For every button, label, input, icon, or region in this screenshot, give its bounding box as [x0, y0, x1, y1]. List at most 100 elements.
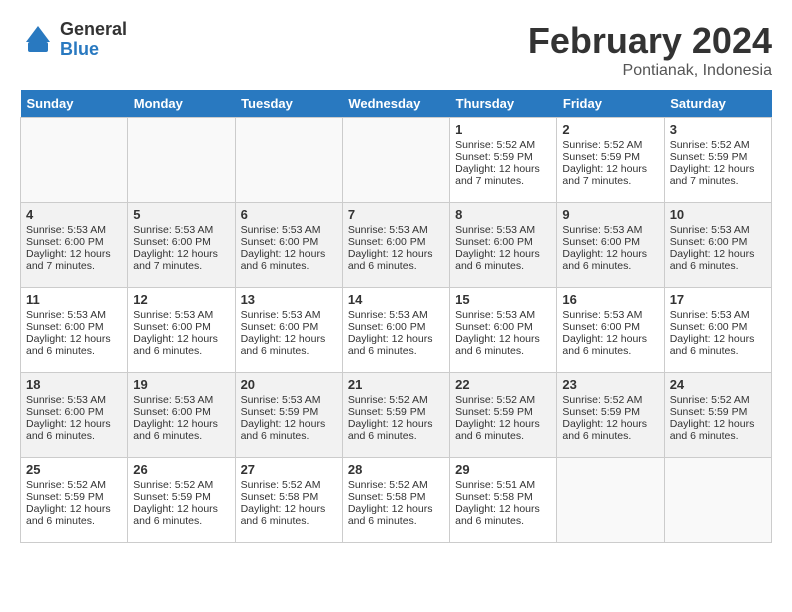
cell-info: Sunrise: 5:53 AM: [348, 309, 444, 321]
cell-info: and 6 minutes.: [455, 260, 551, 272]
day-number: 25: [26, 462, 122, 477]
cell-info: Daylight: 12 hours: [133, 333, 229, 345]
cell-info: Sunrise: 5:53 AM: [26, 309, 122, 321]
calendar-cell: 15Sunrise: 5:53 AMSunset: 6:00 PMDayligh…: [450, 288, 557, 373]
cell-info: and 6 minutes.: [348, 430, 444, 442]
cell-info: and 7 minutes.: [133, 260, 229, 272]
cell-info: Sunrise: 5:53 AM: [133, 224, 229, 236]
cell-info: Daylight: 12 hours: [455, 418, 551, 430]
cell-info: Sunset: 5:59 PM: [455, 406, 551, 418]
cell-info: Daylight: 12 hours: [670, 163, 766, 175]
calendar-cell: 28Sunrise: 5:52 AMSunset: 5:58 PMDayligh…: [342, 458, 449, 543]
cell-info: Daylight: 12 hours: [455, 333, 551, 345]
cell-info: Sunrise: 5:53 AM: [562, 224, 658, 236]
cell-info: Sunrise: 5:53 AM: [241, 224, 337, 236]
calendar-cell: [21, 118, 128, 203]
cell-info: and 6 minutes.: [455, 515, 551, 527]
day-header-sunday: Sunday: [21, 90, 128, 118]
cell-info: Sunset: 5:59 PM: [562, 151, 658, 163]
cell-info: and 7 minutes.: [562, 175, 658, 187]
cell-info: Sunrise: 5:53 AM: [670, 309, 766, 321]
day-number: 16: [562, 292, 658, 307]
cell-info: and 6 minutes.: [562, 430, 658, 442]
cell-info: Sunrise: 5:51 AM: [455, 479, 551, 491]
cell-info: and 6 minutes.: [133, 345, 229, 357]
calendar-cell: 24Sunrise: 5:52 AMSunset: 5:59 PMDayligh…: [664, 373, 771, 458]
cell-info: Sunrise: 5:53 AM: [455, 224, 551, 236]
day-number: 8: [455, 207, 551, 222]
cell-info: Sunrise: 5:52 AM: [348, 479, 444, 491]
days-header-row: SundayMondayTuesdayWednesdayThursdayFrid…: [21, 90, 772, 118]
day-number: 12: [133, 292, 229, 307]
cell-info: Daylight: 12 hours: [562, 248, 658, 260]
day-number: 22: [455, 377, 551, 392]
cell-info: Sunrise: 5:52 AM: [562, 394, 658, 406]
cell-info: Daylight: 12 hours: [455, 163, 551, 175]
calendar-cell: 22Sunrise: 5:52 AMSunset: 5:59 PMDayligh…: [450, 373, 557, 458]
cell-info: Daylight: 12 hours: [241, 248, 337, 260]
cell-info: and 7 minutes.: [26, 260, 122, 272]
cell-info: and 6 minutes.: [133, 515, 229, 527]
calendar-cell: 23Sunrise: 5:52 AMSunset: 5:59 PMDayligh…: [557, 373, 664, 458]
title-block: February 2024 Pontianak, Indonesia: [528, 20, 772, 80]
cell-info: Daylight: 12 hours: [26, 418, 122, 430]
day-number: 4: [26, 207, 122, 222]
calendar-cell: 9Sunrise: 5:53 AMSunset: 6:00 PMDaylight…: [557, 203, 664, 288]
cell-info: Sunrise: 5:52 AM: [455, 139, 551, 151]
cell-info: Sunrise: 5:52 AM: [26, 479, 122, 491]
cell-info: Daylight: 12 hours: [133, 418, 229, 430]
cell-info: Sunrise: 5:52 AM: [133, 479, 229, 491]
cell-info: and 6 minutes.: [455, 430, 551, 442]
day-number: 15: [455, 292, 551, 307]
cell-info: Sunset: 6:00 PM: [133, 406, 229, 418]
week-row-2: 4Sunrise: 5:53 AMSunset: 6:00 PMDaylight…: [21, 203, 772, 288]
cell-info: Sunrise: 5:53 AM: [562, 309, 658, 321]
logo-text: General Blue: [60, 20, 127, 60]
calendar-cell: [128, 118, 235, 203]
cell-info: Sunrise: 5:53 AM: [241, 394, 337, 406]
cell-info: Daylight: 12 hours: [455, 503, 551, 515]
cell-info: Sunset: 6:00 PM: [670, 236, 766, 248]
day-number: 29: [455, 462, 551, 477]
cell-info: Sunset: 6:00 PM: [26, 236, 122, 248]
calendar-cell: 11Sunrise: 5:53 AMSunset: 6:00 PMDayligh…: [21, 288, 128, 373]
calendar-cell: 3Sunrise: 5:52 AMSunset: 5:59 PMDaylight…: [664, 118, 771, 203]
cell-info: and 6 minutes.: [670, 345, 766, 357]
cell-info: Sunset: 6:00 PM: [241, 236, 337, 248]
month-title: February 2024: [528, 20, 772, 62]
day-number: 1: [455, 122, 551, 137]
cell-info: Daylight: 12 hours: [241, 333, 337, 345]
calendar-cell: [235, 118, 342, 203]
calendar-cell: 2Sunrise: 5:52 AMSunset: 5:59 PMDaylight…: [557, 118, 664, 203]
cell-info: and 7 minutes.: [670, 175, 766, 187]
calendar-cell: 6Sunrise: 5:53 AMSunset: 6:00 PMDaylight…: [235, 203, 342, 288]
cell-info: and 6 minutes.: [348, 515, 444, 527]
day-header-friday: Friday: [557, 90, 664, 118]
calendar-cell: 10Sunrise: 5:53 AMSunset: 6:00 PMDayligh…: [664, 203, 771, 288]
cell-info: and 6 minutes.: [562, 345, 658, 357]
calendar-table: SundayMondayTuesdayWednesdayThursdayFrid…: [20, 90, 772, 543]
cell-info: and 6 minutes.: [455, 345, 551, 357]
day-header-wednesday: Wednesday: [342, 90, 449, 118]
cell-info: and 6 minutes.: [26, 345, 122, 357]
cell-info: Daylight: 12 hours: [26, 503, 122, 515]
cell-info: Sunset: 5:59 PM: [26, 491, 122, 503]
cell-info: and 6 minutes.: [241, 260, 337, 272]
cell-info: Daylight: 12 hours: [348, 503, 444, 515]
calendar-cell: 29Sunrise: 5:51 AMSunset: 5:58 PMDayligh…: [450, 458, 557, 543]
cell-info: Sunrise: 5:52 AM: [241, 479, 337, 491]
day-number: 18: [26, 377, 122, 392]
day-number: 14: [348, 292, 444, 307]
cell-info: Sunset: 6:00 PM: [562, 236, 658, 248]
cell-info: Daylight: 12 hours: [133, 503, 229, 515]
calendar-cell: 20Sunrise: 5:53 AMSunset: 5:59 PMDayligh…: [235, 373, 342, 458]
calendar-cell: 8Sunrise: 5:53 AMSunset: 6:00 PMDaylight…: [450, 203, 557, 288]
cell-info: Sunrise: 5:53 AM: [26, 224, 122, 236]
week-row-1: 1Sunrise: 5:52 AMSunset: 5:59 PMDaylight…: [21, 118, 772, 203]
calendar-cell: 18Sunrise: 5:53 AMSunset: 6:00 PMDayligh…: [21, 373, 128, 458]
calendar-cell: 4Sunrise: 5:53 AMSunset: 6:00 PMDaylight…: [21, 203, 128, 288]
calendar-cell: 16Sunrise: 5:53 AMSunset: 6:00 PMDayligh…: [557, 288, 664, 373]
cell-info: Daylight: 12 hours: [562, 163, 658, 175]
cell-info: Daylight: 12 hours: [348, 248, 444, 260]
calendar-cell: [557, 458, 664, 543]
